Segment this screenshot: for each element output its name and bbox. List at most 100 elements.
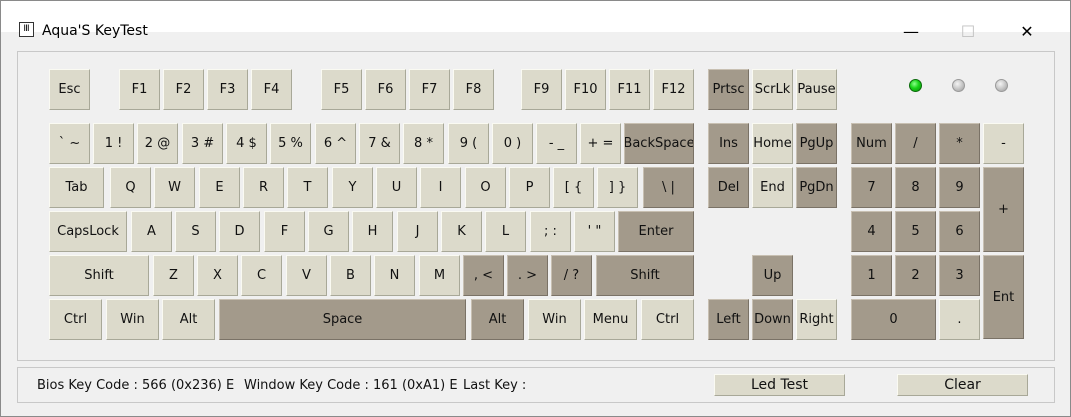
key-f2[interactable]: F2	[163, 69, 204, 110]
key-a[interactable]: A	[131, 211, 172, 252]
key-w[interactable]: W	[154, 167, 195, 208]
key-1[interactable]: 1 !	[93, 123, 134, 164]
key-v[interactable]: V	[286, 255, 327, 296]
key-del[interactable]: Del	[708, 167, 749, 208]
key-up[interactable]: Up	[752, 255, 793, 296]
key-b[interactable]: B	[330, 255, 371, 296]
key-backspace[interactable]: BackSpace	[624, 123, 694, 164]
key-o[interactable]: O	[465, 167, 506, 208]
key-c[interactable]: C	[241, 255, 282, 296]
key-f10[interactable]: F10	[565, 69, 606, 110]
key-numpad-5[interactable]: 5	[895, 211, 936, 252]
key-9[interactable]: 9 (	[448, 123, 489, 164]
key-y[interactable]: Y	[332, 167, 373, 208]
key-numpad-subtract[interactable]: -	[983, 123, 1024, 164]
key-capslock[interactable]: CapsLock	[49, 211, 127, 252]
key-i[interactable]: I	[420, 167, 461, 208]
key-numpad-2[interactable]: 2	[895, 255, 936, 296]
key-f5[interactable]: F5	[321, 69, 362, 110]
key-numpad-3[interactable]: 3	[939, 255, 980, 296]
key-right[interactable]: Right	[796, 299, 837, 340]
key-prtsc[interactable]: Prtsc	[708, 69, 749, 110]
key-equals[interactable]: + =	[580, 123, 621, 164]
key-minus[interactable]: - _	[536, 123, 577, 164]
key-j[interactable]: J	[397, 211, 438, 252]
key-2[interactable]: 2 @	[137, 123, 178, 164]
key-h[interactable]: H	[352, 211, 393, 252]
key-f3[interactable]: F3	[207, 69, 248, 110]
key-enter[interactable]: Enter	[618, 211, 694, 252]
key-backslash[interactable]: \ |	[643, 167, 694, 208]
key-down[interactable]: Down	[752, 299, 793, 340]
key-r[interactable]: R	[243, 167, 284, 208]
key-space[interactable]: Space	[219, 299, 466, 340]
key-numpad-multiply[interactable]: *	[939, 123, 980, 164]
key-numlock[interactable]: Num	[851, 123, 892, 164]
key-pause[interactable]: Pause	[796, 69, 837, 110]
key-left-ctrl[interactable]: Ctrl	[49, 299, 102, 340]
key-ins[interactable]: Ins	[708, 123, 749, 164]
key-period[interactable]: . >	[507, 255, 548, 296]
key-4[interactable]: 4 $	[226, 123, 267, 164]
key-f9[interactable]: F9	[521, 69, 562, 110]
key-f11[interactable]: F11	[609, 69, 650, 110]
key-e[interactable]: E	[199, 167, 240, 208]
maximize-icon[interactable]: ☐	[945, 18, 991, 46]
key-p[interactable]: P	[509, 167, 550, 208]
key-backtick[interactable]: ` ~	[49, 123, 90, 164]
key-home[interactable]: Home	[752, 123, 793, 164]
led-test-button[interactable]: Led Test	[714, 374, 845, 396]
key-f6[interactable]: F6	[365, 69, 406, 110]
key-pgup[interactable]: PgUp	[796, 123, 837, 164]
key-numpad-divide[interactable]: /	[895, 123, 936, 164]
key-u[interactable]: U	[376, 167, 417, 208]
key-f1[interactable]: F1	[119, 69, 160, 110]
key-3[interactable]: 3 #	[182, 123, 223, 164]
key-numpad-8[interactable]: 8	[895, 167, 936, 208]
key-left-bracket[interactable]: [ {	[553, 167, 594, 208]
close-icon[interactable]: ✕	[1004, 18, 1050, 46]
key-numpad-add[interactable]: +	[983, 167, 1024, 252]
key-k[interactable]: K	[441, 211, 482, 252]
key-t[interactable]: T	[287, 167, 328, 208]
key-end[interactable]: End	[752, 167, 793, 208]
key-f[interactable]: F	[264, 211, 305, 252]
key-5[interactable]: 5 %	[270, 123, 311, 164]
key-m[interactable]: M	[419, 255, 460, 296]
minimize-icon[interactable]: —	[888, 18, 934, 46]
key-z[interactable]: Z	[153, 255, 194, 296]
key-s[interactable]: S	[175, 211, 216, 252]
key-esc[interactable]: Esc	[49, 69, 90, 110]
key-left-win[interactable]: Win	[106, 299, 159, 340]
key-right-shift[interactable]: Shift	[596, 255, 694, 296]
key-numpad-0[interactable]: 0	[851, 299, 936, 340]
key-f12[interactable]: F12	[653, 69, 694, 110]
key-quote[interactable]: ' "	[574, 211, 615, 252]
key-right-alt[interactable]: Alt	[471, 299, 524, 340]
key-menu[interactable]: Menu	[584, 299, 637, 340]
key-pgdn[interactable]: PgDn	[796, 167, 837, 208]
key-6[interactable]: 6 ^	[315, 123, 356, 164]
key-8[interactable]: 8 *	[403, 123, 444, 164]
key-right-ctrl[interactable]: Ctrl	[641, 299, 694, 340]
key-0[interactable]: 0 )	[492, 123, 533, 164]
key-7[interactable]: 7 &	[359, 123, 400, 164]
key-left[interactable]: Left	[708, 299, 749, 340]
key-n[interactable]: N	[374, 255, 415, 296]
key-numpad-6[interactable]: 6	[939, 211, 980, 252]
key-tab[interactable]: Tab	[49, 167, 104, 208]
key-f7[interactable]: F7	[409, 69, 450, 110]
key-right-bracket[interactable]: ] }	[597, 167, 638, 208]
key-semicolon[interactable]: ; :	[530, 211, 571, 252]
key-f8[interactable]: F8	[453, 69, 494, 110]
key-f4[interactable]: F4	[251, 69, 292, 110]
key-comma[interactable]: , <	[463, 255, 504, 296]
key-left-shift[interactable]: Shift	[49, 255, 149, 296]
key-left-alt[interactable]: Alt	[162, 299, 215, 340]
key-x[interactable]: X	[197, 255, 238, 296]
key-numpad-decimal[interactable]: .	[939, 299, 980, 340]
key-scrlk[interactable]: ScrLk	[752, 69, 793, 110]
key-numpad-7[interactable]: 7	[851, 167, 892, 208]
key-numpad-enter[interactable]: Ent	[983, 255, 1024, 339]
key-q[interactable]: Q	[110, 167, 151, 208]
